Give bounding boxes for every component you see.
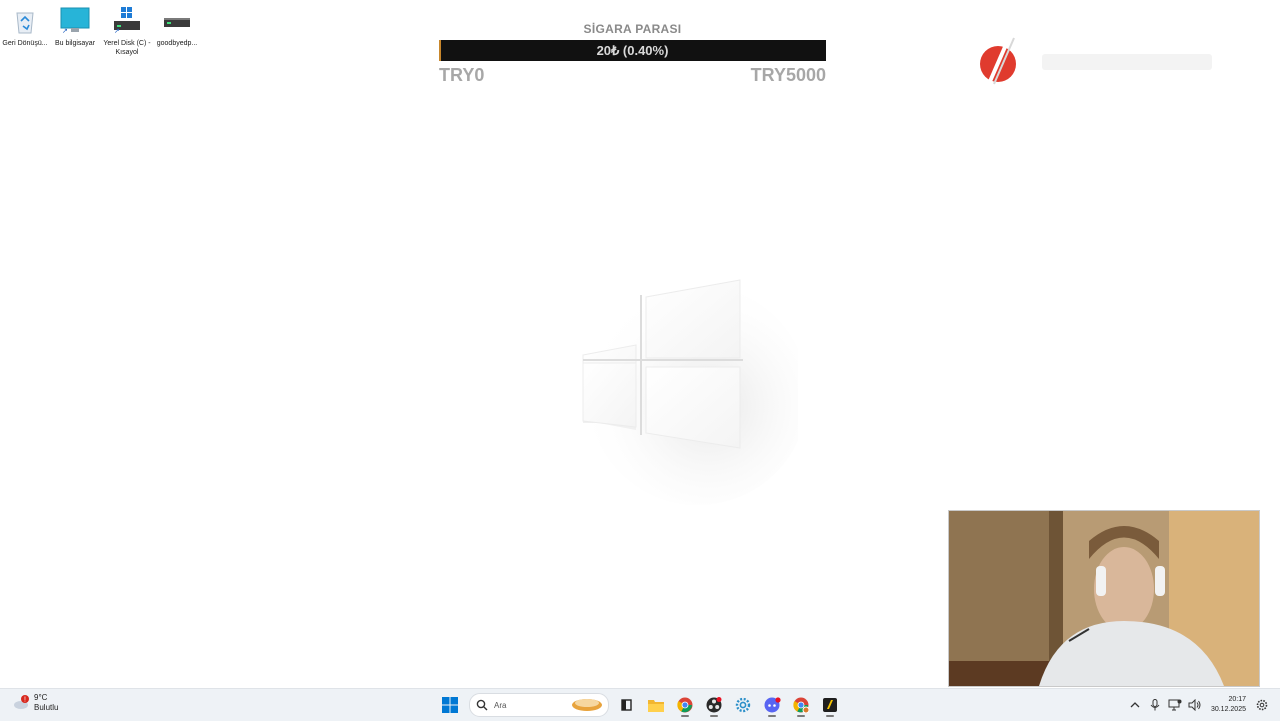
desktop-icon-label: goodbyedp... xyxy=(156,40,198,47)
weather-widget[interactable]: ! 9°C Bulutlu xyxy=(12,693,58,713)
chrome-icon xyxy=(677,697,693,713)
settings-button[interactable] xyxy=(729,693,757,717)
monitor-icon: ↗ xyxy=(60,6,90,36)
brand-logo-wordmark xyxy=(1042,54,1212,70)
app-icon xyxy=(823,698,837,712)
goal-title: SİGARA PARASI xyxy=(583,22,682,36)
windows-wallpaper-logo xyxy=(578,275,808,505)
file-explorer-icon xyxy=(648,700,664,712)
drive-icon: ↗ xyxy=(112,6,142,36)
task-view-icon xyxy=(621,699,632,711)
microphone-button[interactable] xyxy=(1145,695,1165,715)
task-view-button[interactable] xyxy=(613,693,641,717)
discord-button[interactable] xyxy=(758,693,786,717)
obs-button[interactable] xyxy=(700,693,728,717)
goal-progress-text: 20₺ (0.40%) xyxy=(596,43,669,58)
desktop-icon-this-pc[interactable]: ↗ Bu bilgisayar xyxy=(50,6,100,48)
weather-cloud-icon: ! xyxy=(14,695,29,709)
weather-condition: Bulutlu xyxy=(34,703,59,712)
donation-goal-widget: SİGARA PARASI 20₺ (0.40%) TRY0 TRY5000 xyxy=(439,22,826,86)
brand-logo-mark-icon xyxy=(980,37,1016,87)
search-icon xyxy=(476,699,488,711)
desktop-icon-label: Yerel Disk (C) - Kısayol xyxy=(103,40,151,56)
webcam-overlay xyxy=(948,510,1260,687)
settings-icon xyxy=(735,697,751,713)
file-explorer-button[interactable] xyxy=(642,693,670,717)
taskbar: ! 9°C Bulutlu Ara 20:17 30.12.2025 xyxy=(0,688,1280,721)
taskbar-center: Ara xyxy=(436,693,845,717)
search-highlight-icon xyxy=(572,699,602,711)
webcam-video-frame xyxy=(949,511,1259,686)
weather-temperature: 9°C xyxy=(34,693,48,702)
obs-icon xyxy=(706,697,722,713)
clock-date: 30.12.2025 xyxy=(1210,706,1246,713)
taskbar-clock[interactable]: 20:17 30.12.2025 xyxy=(1211,695,1246,715)
desktop-icon-label: Geri Dönüşü... xyxy=(2,40,48,47)
app-button[interactable] xyxy=(816,693,844,717)
show-hidden-icons-button[interactable] xyxy=(1125,695,1145,715)
chrome-profile-icon xyxy=(793,697,809,713)
desktop: Geri Dönüşü... ↗ Bu bilgisayar ↗ Yerel D… xyxy=(0,0,1280,688)
drive-icon xyxy=(162,6,192,36)
system-tray: 20:17 30.12.2025 xyxy=(1125,689,1280,721)
microphone-icon xyxy=(1150,699,1160,711)
settings-gear-icon xyxy=(1256,699,1268,711)
desktop-icon-goodbyedpi[interactable]: goodbyedp... xyxy=(152,6,202,48)
discord-icon xyxy=(764,697,781,713)
taskbar-search[interactable]: Ara xyxy=(469,693,609,717)
clock-time: 20:17 xyxy=(1228,696,1246,703)
desktop-icon-recycle-bin[interactable]: Geri Dönüşü... xyxy=(0,6,50,48)
network-icon xyxy=(1168,699,1182,711)
start-button[interactable] xyxy=(436,693,464,717)
brand-logo xyxy=(978,36,1238,90)
goal-progress-bar: 20₺ (0.40%) xyxy=(439,40,826,61)
volume-icon xyxy=(1188,699,1201,711)
recycle-bin-icon xyxy=(10,6,40,36)
goal-range: TRY0 TRY5000 xyxy=(439,65,826,86)
chrome-profile-button[interactable] xyxy=(787,693,815,717)
start-icon xyxy=(442,697,458,713)
goal-max-label: TRY5000 xyxy=(750,65,826,85)
search-placeholder: Ara xyxy=(494,700,507,710)
weather-alert-badge: ! xyxy=(24,697,26,704)
network-button[interactable] xyxy=(1165,695,1185,715)
desktop-icon-local-disk[interactable]: ↗ Yerel Disk (C) - Kısayol xyxy=(102,6,152,57)
notifications-button[interactable] xyxy=(1252,695,1272,715)
chevron-up-icon xyxy=(1130,702,1140,708)
chrome-button[interactable] xyxy=(671,693,699,717)
volume-button[interactable] xyxy=(1185,695,1205,715)
desktop-icon-label: Bu bilgisayar xyxy=(54,40,96,47)
goal-min-label: TRY0 xyxy=(439,65,485,85)
